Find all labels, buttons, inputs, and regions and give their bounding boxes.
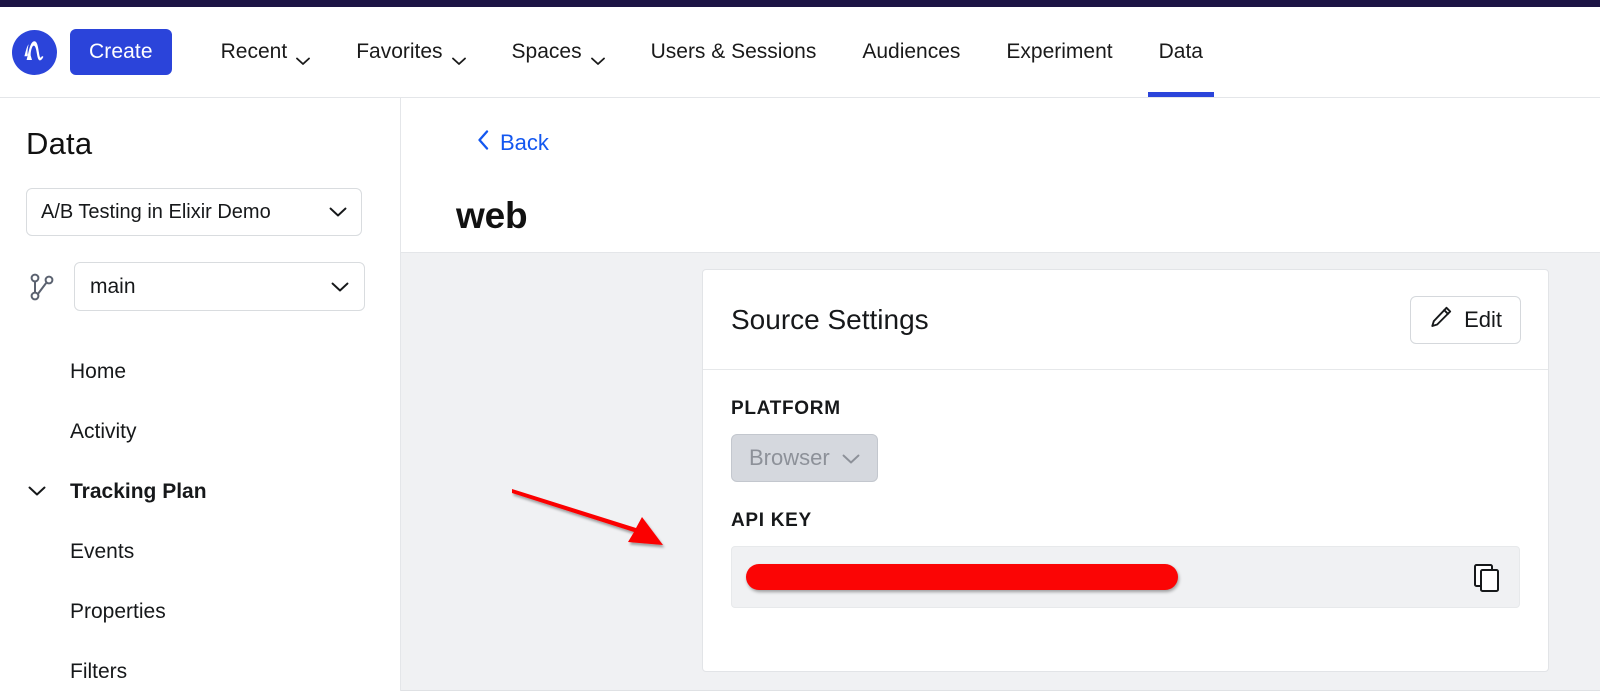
platform-select-value: Browser xyxy=(749,445,830,471)
page-title: web xyxy=(456,195,1600,237)
back-link[interactable]: Back xyxy=(477,130,549,156)
create-button[interactable]: Create xyxy=(70,29,172,75)
sidebar-item-label: Filters xyxy=(70,661,127,682)
top-accent-strip xyxy=(0,0,1600,7)
platform-label: PLATFORM xyxy=(731,398,1520,420)
nav-item-label: Data xyxy=(1159,40,1203,64)
copy-icon[interactable] xyxy=(1471,562,1501,592)
card-header: Source Settings Edit xyxy=(703,270,1548,370)
global-navigation-bar: Create Recent Favorites Spaces xyxy=(0,7,1600,98)
api-key-redaction-bar xyxy=(746,564,1178,590)
platform-select: Browser xyxy=(731,434,878,482)
source-settings-card: Source Settings Edit PLATFORM xyxy=(702,269,1549,672)
project-select-value: A/B Testing in Elixir Demo xyxy=(41,201,271,224)
chevron-left-icon xyxy=(477,130,489,156)
edit-button[interactable]: Edit xyxy=(1410,296,1521,344)
nav-item-audiences[interactable]: Audiences xyxy=(839,7,983,97)
annotation-arrow-icon xyxy=(511,488,681,553)
chevron-down-icon xyxy=(331,275,349,299)
sidebar-item-label: Tracking Plan xyxy=(70,481,207,502)
sidebar-item-label: Home xyxy=(70,361,126,382)
nav-item-data[interactable]: Data xyxy=(1136,7,1226,97)
nav-item-label: Recent xyxy=(221,40,288,64)
nav-item-experiment[interactable]: Experiment xyxy=(983,7,1135,97)
nav-item-label: Users & Sessions xyxy=(651,40,817,64)
pencil-icon xyxy=(1429,305,1453,335)
nav-item-recent[interactable]: Recent xyxy=(198,7,334,97)
sidebar: Data A/B Testing in Elixir Demo main xyxy=(0,98,401,691)
chevron-down-icon xyxy=(329,201,347,224)
amplitude-logo-icon[interactable] xyxy=(12,30,57,75)
chevron-down-icon xyxy=(591,48,605,57)
nav-item-label: Favorites xyxy=(356,40,442,64)
sidebar-item-activity[interactable]: Activity xyxy=(0,401,400,461)
git-branch-icon xyxy=(26,271,58,303)
sidebar-item-filters[interactable]: Filters xyxy=(0,641,400,691)
chevron-down-icon xyxy=(452,48,466,57)
sidebar-item-label: Properties xyxy=(70,601,166,622)
back-link-label: Back xyxy=(500,130,549,156)
sidebar-title: Data xyxy=(0,126,400,162)
sidebar-item-events[interactable]: Events xyxy=(0,521,400,581)
global-nav-items: Recent Favorites Spaces Users & Sessions xyxy=(198,7,1226,97)
sidebar-nav-list: Home Activity Tracking Plan Events Prope… xyxy=(0,341,400,691)
sidebar-item-properties[interactable]: Properties xyxy=(0,581,400,641)
sidebar-item-tracking-plan[interactable]: Tracking Plan xyxy=(0,461,400,521)
chevron-down-icon xyxy=(842,445,860,471)
api-key-label: API KEY xyxy=(731,510,1520,532)
project-select[interactable]: A/B Testing in Elixir Demo xyxy=(26,188,362,236)
branch-selector-row: main xyxy=(0,262,400,311)
nav-item-users-and-sessions[interactable]: Users & Sessions xyxy=(628,7,840,97)
card-body: PLATFORM Browser API KEY xyxy=(703,370,1548,608)
chevron-down-icon[interactable] xyxy=(26,486,48,497)
sidebar-item-label: Activity xyxy=(70,421,137,442)
sidebar-item-label: Events xyxy=(70,541,134,562)
main-content: Back web Source Settings xyxy=(401,98,1600,691)
api-key-field[interactable] xyxy=(731,546,1520,608)
nav-item-label: Experiment xyxy=(1006,40,1112,64)
branch-select[interactable]: main xyxy=(74,262,365,311)
nav-item-favorites[interactable]: Favorites xyxy=(333,7,488,97)
sidebar-item-home[interactable]: Home xyxy=(0,341,400,401)
branch-select-value: main xyxy=(90,275,136,299)
nav-item-label: Spaces xyxy=(512,40,582,64)
chevron-down-icon xyxy=(296,48,310,57)
card-title: Source Settings xyxy=(731,304,929,336)
edit-button-label: Edit xyxy=(1464,307,1502,333)
nav-item-spaces[interactable]: Spaces xyxy=(489,7,628,97)
main-header: Back web xyxy=(401,98,1600,253)
nav-item-label: Audiences xyxy=(862,40,960,64)
main-body: Source Settings Edit PLATFORM xyxy=(401,253,1600,691)
